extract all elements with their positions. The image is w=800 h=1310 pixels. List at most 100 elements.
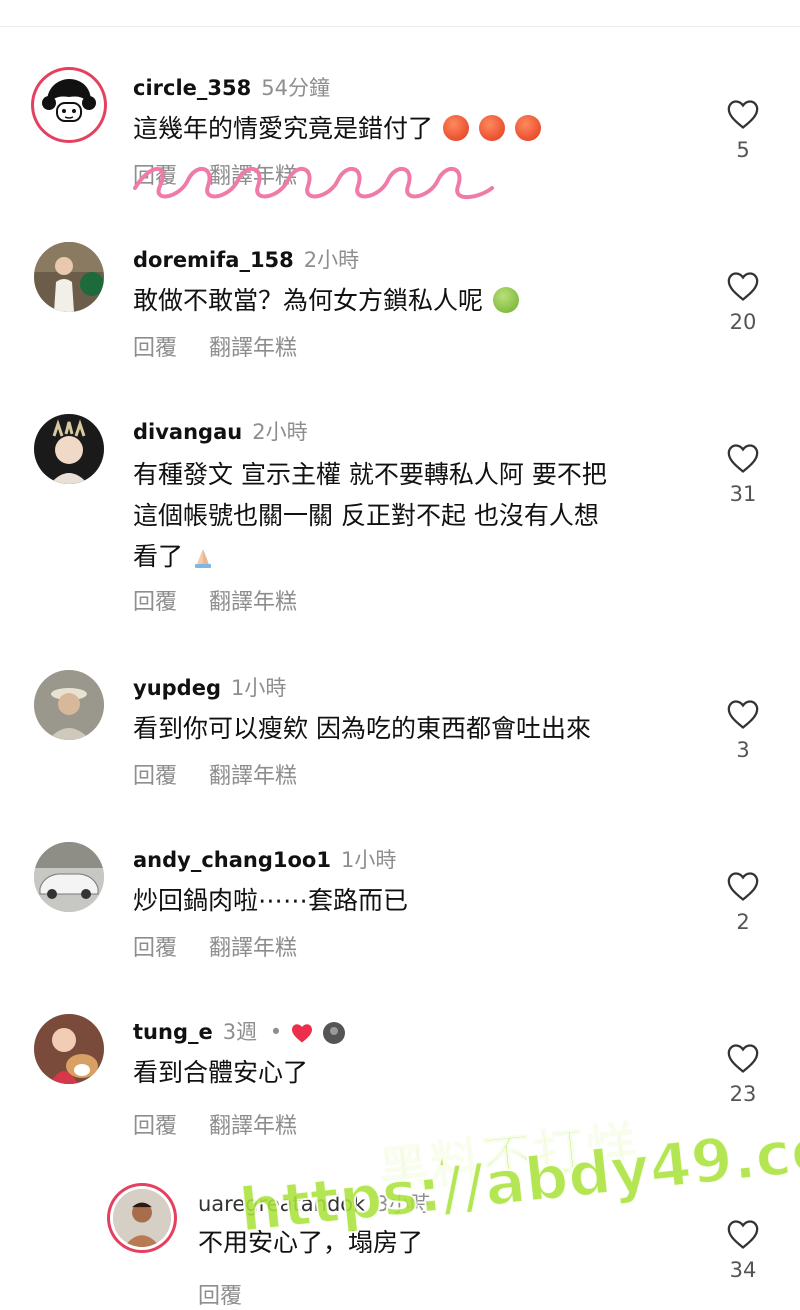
comment-text: 這幾年的情愛究竟是錯付了 [133, 110, 693, 148]
pink-scribble-annotation [133, 167, 494, 200]
angry-face-emoji-icon [514, 115, 541, 141]
creator-avatar-badge-icon [322, 1022, 345, 1044]
heart-outline-icon [727, 272, 759, 301]
comment-item: andy_chang1oo1 1小時 炒回鍋肉啦⋯⋯套路而已 回覆 翻譯年糕 2 [0, 842, 800, 972]
like-button[interactable]: 31 [718, 442, 768, 506]
comment-text: 看到合體安心了 [133, 1054, 693, 1092]
heart-outline-icon [727, 700, 759, 729]
avatar-photo-icon [113, 1189, 171, 1247]
comment-body: 看到合體安心了 [133, 1058, 309, 1087]
comment-body: 敢做不敢當？為何女方鎖私人呢 [133, 286, 484, 315]
like-count: 5 [736, 138, 750, 162]
comment-body-line: 有種發文 宣示主權 就不要轉私人阿 要不把 [133, 460, 607, 489]
like-button[interactable]: 20 [718, 270, 768, 334]
avatar-cartoon-face-icon [37, 73, 101, 137]
comment-text: 炒回鍋肉啦⋯⋯套路而已 [133, 882, 693, 920]
reply-button[interactable]: 回覆 [198, 1284, 242, 1309]
reply-button[interactable]: 回覆 [133, 936, 177, 961]
comment-body-line: 這個帳號也關一關 反正對不起 也沒有人想 [133, 501, 599, 530]
comment-body-line: 看了 [133, 542, 184, 571]
heart-outline-icon [727, 444, 759, 473]
angry-face-emoji-icon [442, 115, 469, 141]
top-divider-strip [0, 0, 800, 27]
comment-text: 敢做不敢當？為何女方鎖私人呢 [133, 282, 693, 320]
avatar-photo-icon [34, 242, 104, 312]
username[interactable]: circle_358 [133, 76, 251, 100]
comment-actions: 回覆 翻譯年糕 [133, 584, 329, 616]
username[interactable]: andy_chang1oo1 [133, 848, 331, 872]
heart-outline-icon [727, 872, 759, 901]
separator-dot: • [269, 1020, 283, 1044]
username[interactable]: yupdeg [133, 676, 221, 700]
reply-button[interactable]: 回覆 [133, 590, 177, 615]
comment-body-line-last: 看了 [133, 536, 693, 577]
avatar[interactable] [34, 670, 104, 740]
reply-button[interactable]: 回覆 [133, 336, 177, 361]
like-count: 3 [736, 738, 750, 762]
like-count: 2 [736, 910, 750, 934]
avatar-photo-icon [34, 670, 104, 740]
heart-filled-icon [291, 1024, 312, 1043]
comment-item: tung_e 3週 • 看到合體安心了 回覆 翻譯年糕 23 [0, 1014, 800, 1144]
avatar[interactable] [34, 1014, 104, 1084]
avatar[interactable] [37, 73, 101, 137]
like-button[interactable]: 34 [718, 1218, 768, 1282]
comment-actions: 回覆 [198, 1278, 274, 1310]
reply-button[interactable]: 回覆 [133, 764, 177, 789]
reply-button[interactable]: 回覆 [133, 1114, 177, 1139]
like-button[interactable]: 3 [718, 698, 768, 762]
like-count: 34 [729, 1258, 757, 1282]
username[interactable]: doremifa_158 [133, 248, 294, 272]
comment-header: doremifa_158 2小時 [133, 244, 359, 274]
avatar[interactable] [34, 242, 104, 312]
heart-outline-icon [727, 100, 759, 129]
comment-time: 54分鐘 [261, 76, 330, 100]
comment-actions: 回覆 翻譯年糕 [133, 758, 329, 790]
comment-body: 看到你可以瘦欸 因為吃的東西都會吐出來 [133, 714, 591, 743]
avatar[interactable] [34, 842, 104, 912]
avatar-car-photo-icon [34, 842, 104, 912]
angry-face-emoji-icon [478, 115, 505, 141]
username[interactable]: tung_e [133, 1020, 213, 1044]
comment-actions: 回覆 翻譯年糕 [133, 330, 329, 362]
comment-header: andy_chang1oo1 1小時 [133, 844, 396, 874]
comment-actions: 回覆 翻譯年糕 [133, 1108, 329, 1140]
avatar[interactable] [34, 414, 104, 484]
heart-outline-icon [727, 1044, 759, 1073]
like-count: 20 [729, 310, 757, 334]
heart-outline-icon [727, 1220, 759, 1249]
nauseated-face-emoji-icon [492, 287, 519, 313]
comment-text: 看到你可以瘦欸 因為吃的東西都會吐出來 [133, 710, 693, 748]
avatar-photo-icon [34, 414, 104, 484]
avatar-photo-icon [34, 1014, 104, 1084]
avatar[interactable] [113, 1189, 171, 1247]
like-count: 31 [729, 482, 757, 506]
comment-item: yupdeg 1小時 看到你可以瘦欸 因為吃的東西都會吐出來 回覆 翻譯年糕 3 [0, 670, 800, 800]
comment-header: circle_358 54分鐘 [133, 72, 330, 102]
translate-button[interactable]: 翻譯年糕 [209, 764, 297, 789]
comment-time: 3週 [222, 1020, 258, 1044]
like-button[interactable]: 23 [718, 1042, 768, 1106]
comment-header: divangau 2小時 [133, 416, 308, 446]
like-button[interactable]: 2 [718, 870, 768, 934]
comment-text: 有種發文 宣示主權 就不要轉私人阿 要不把 這個帳號也關一關 反正對不起 也沒有… [133, 454, 693, 577]
like-count: 23 [729, 1082, 757, 1106]
comment-actions: 回覆 翻譯年糕 [133, 930, 329, 962]
username[interactable]: divangau [133, 420, 242, 444]
translate-button[interactable]: 翻譯年糕 [209, 1114, 297, 1139]
comment-time: 2小時 [303, 248, 360, 272]
comment-item: doremifa_158 2小時 敢做不敢當？為何女方鎖私人呢 回覆 翻譯年糕 20 [0, 242, 800, 372]
comment-header: tung_e 3週 • [133, 1016, 346, 1046]
comment-header: yupdeg 1小時 [133, 672, 286, 702]
translate-button[interactable]: 翻譯年糕 [209, 590, 297, 615]
translate-button[interactable]: 翻譯年糕 [209, 336, 297, 361]
comment-body: 這幾年的情愛究竟是錯付了 [133, 114, 434, 143]
translate-button[interactable]: 翻譯年糕 [209, 936, 297, 961]
comment-time: 2小時 [252, 420, 308, 444]
folded-hands-emoji-icon [194, 549, 211, 568]
comment-time: 1小時 [230, 676, 287, 700]
comment-item: divangau 2小時 有種發文 宣示主權 就不要轉私人阿 要不把 這個帳號也關… [0, 414, 800, 624]
like-button[interactable]: 5 [718, 98, 768, 162]
comment-body: 炒回鍋肉啦⋯⋯套路而已 [133, 886, 409, 915]
comment-time: 1小時 [340, 848, 397, 872]
